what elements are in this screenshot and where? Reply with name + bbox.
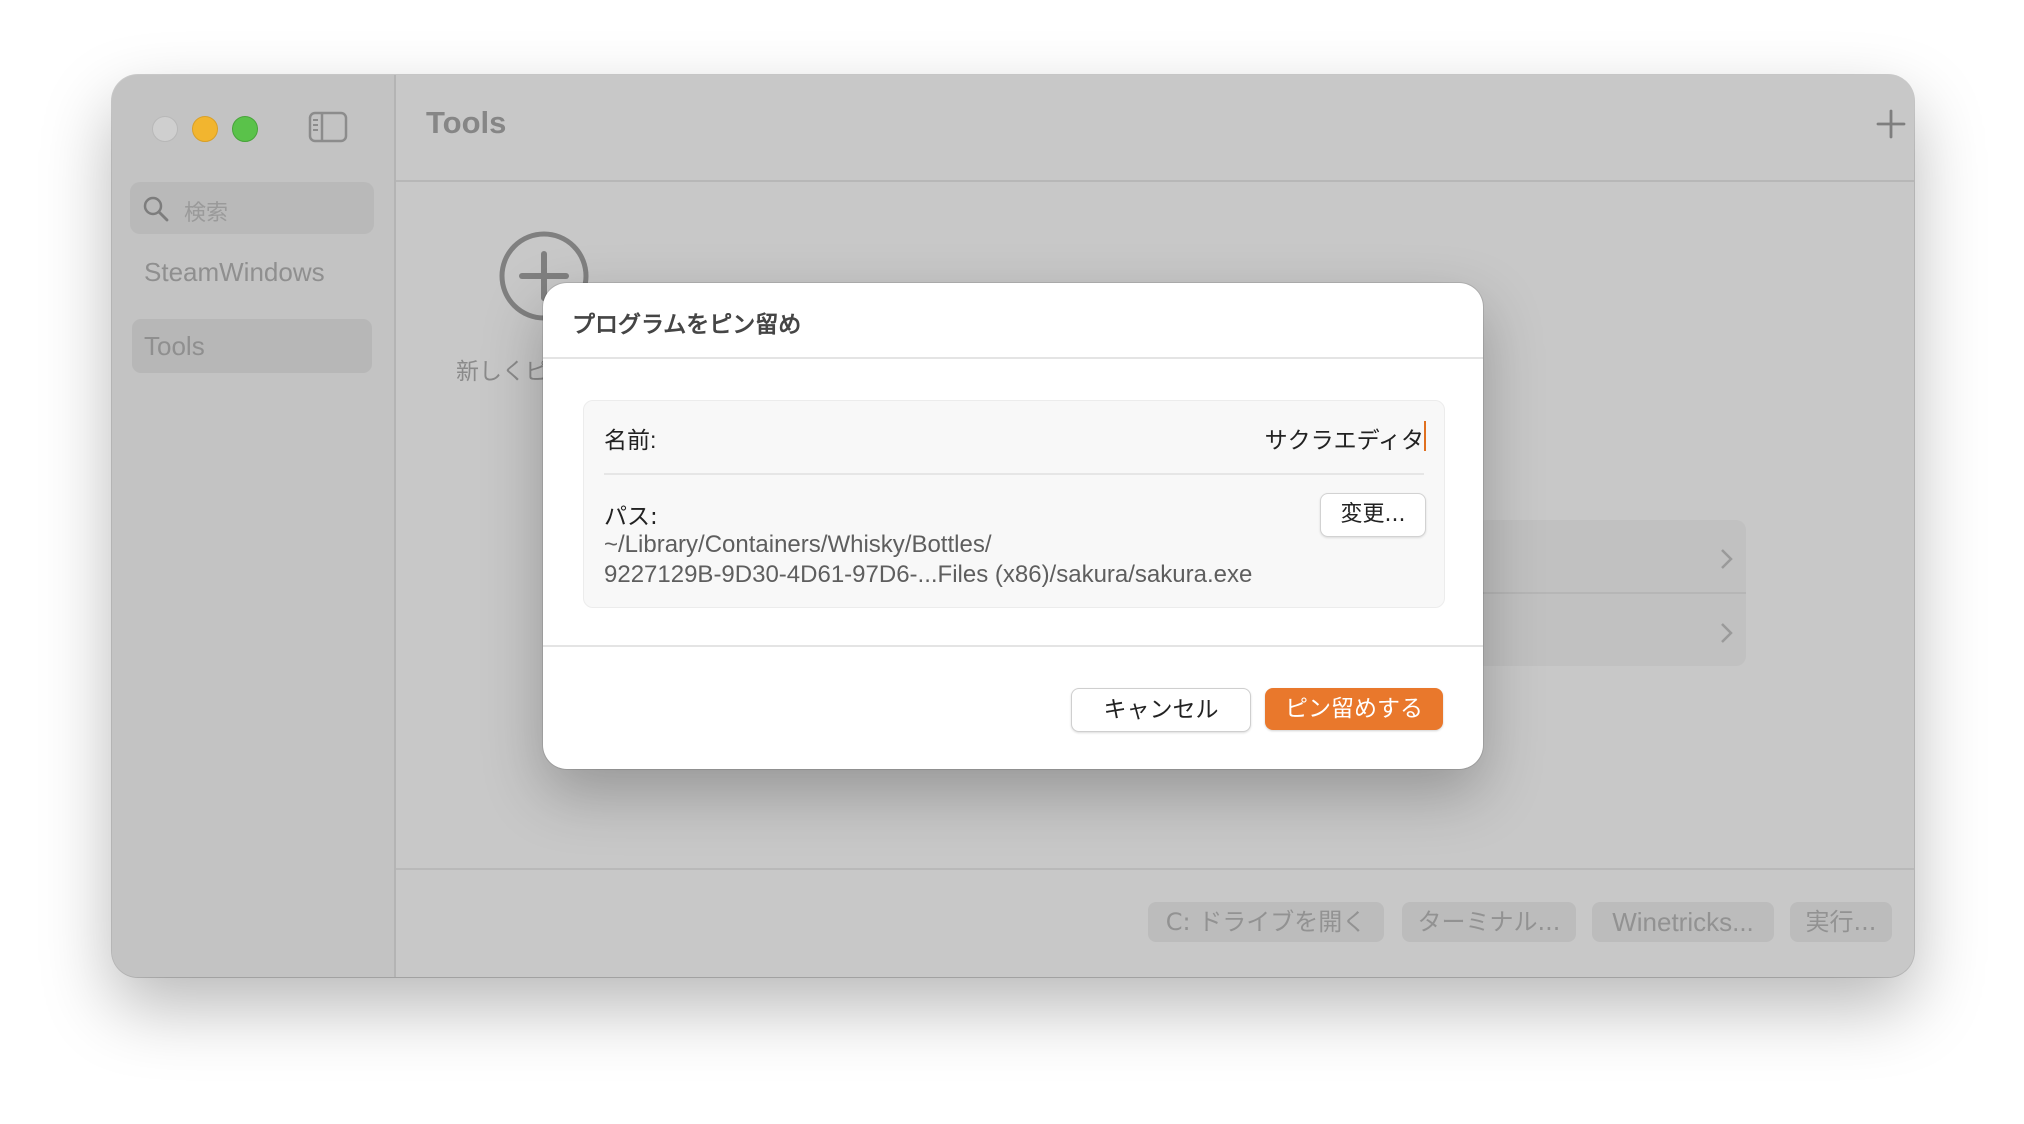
search-placeholder: 検索 bbox=[184, 201, 229, 226]
sidebar: 検索 SteamWindows Tools bbox=[112, 75, 396, 977]
bottom-bar: C: ドライブを開く ターミナル... Winetricks... 実行... bbox=[396, 868, 1914, 977]
winetricks-button[interactable]: Winetricks... bbox=[1592, 902, 1774, 942]
divider bbox=[543, 357, 1483, 359]
path-value-line1: ~/Library/Containers/Whisky/Bottles/ bbox=[604, 531, 992, 558]
name-field[interactable]: サクラエディタ bbox=[1265, 421, 1424, 455]
open-c-drive-button[interactable]: C: ドライブを開く bbox=[1148, 902, 1384, 942]
search-icon bbox=[142, 195, 170, 227]
sidebar-item-steamwindows[interactable]: SteamWindows bbox=[132, 245, 372, 299]
path-value-line2: 9227129B-9D30-4D61-97D6-...Files (x86)/s… bbox=[604, 561, 1253, 588]
text-cursor bbox=[1424, 421, 1426, 451]
page-title: Tools bbox=[426, 105, 507, 140]
sidebar-toggle-icon[interactable] bbox=[308, 111, 348, 147]
dialog-title: プログラムをピン留め bbox=[572, 312, 802, 338]
pin-button[interactable]: ピン留めする bbox=[1265, 688, 1443, 730]
search-input[interactable]: 検索 bbox=[130, 182, 374, 234]
chevron-right-icon[interactable] bbox=[1716, 620, 1736, 650]
pin-program-dialog: プログラムをピン留め 名前: サクラエディタ パス: ~/Library/Con… bbox=[543, 283, 1483, 769]
sidebar-item-tools[interactable]: Tools bbox=[132, 319, 372, 373]
close-window-button[interactable] bbox=[152, 116, 178, 142]
name-label: 名前: bbox=[604, 427, 657, 453]
maximize-window-button[interactable] bbox=[232, 116, 258, 142]
path-label: パス: bbox=[604, 504, 658, 530]
chevron-right-icon[interactable] bbox=[1716, 546, 1736, 576]
minimize-window-button[interactable] bbox=[192, 116, 218, 142]
cancel-button[interactable]: キャンセル bbox=[1071, 688, 1251, 732]
plus-icon[interactable] bbox=[1874, 107, 1908, 145]
terminal-button[interactable]: ターミナル... bbox=[1402, 902, 1576, 942]
divider bbox=[604, 473, 1424, 475]
dialog-form: 名前: サクラエディタ パス: ~/Library/Containers/Whi… bbox=[583, 400, 1445, 608]
divider bbox=[543, 645, 1483, 647]
toolbar: Tools bbox=[396, 75, 1914, 182]
change-path-button[interactable]: 変更... bbox=[1320, 493, 1426, 537]
list-divider bbox=[1476, 592, 1746, 594]
add-program-label[interactable]: 新しくピ bbox=[456, 352, 548, 386]
run-button[interactable]: 実行... bbox=[1790, 902, 1892, 942]
